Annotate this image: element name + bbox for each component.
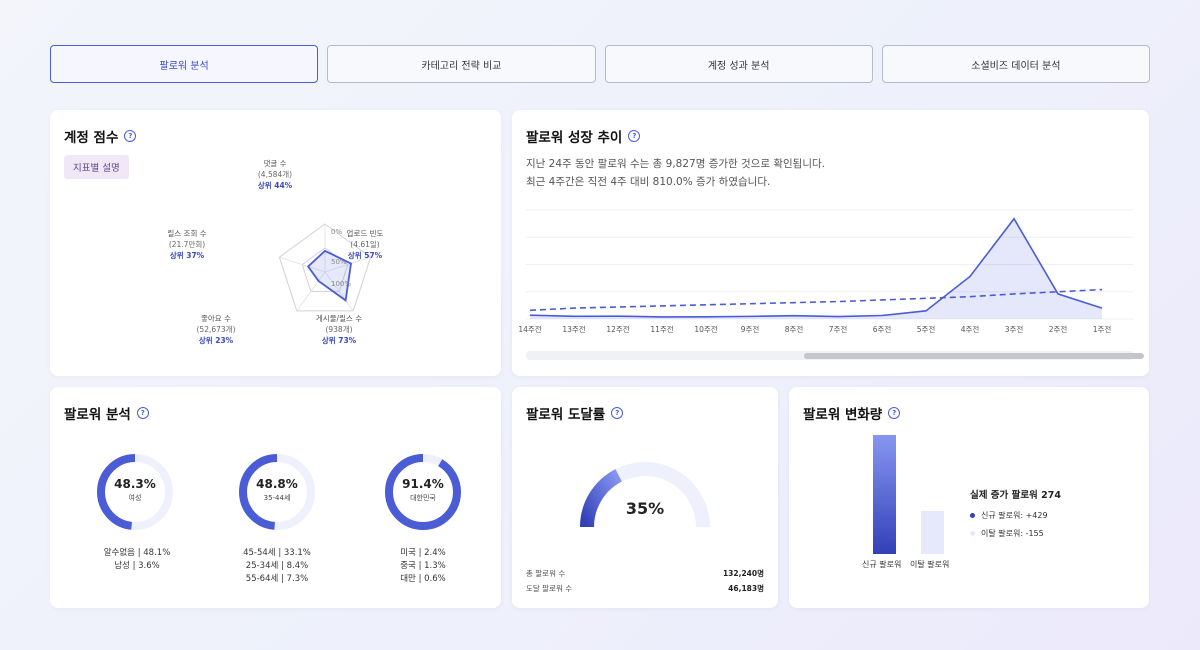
growth-chart: 14주전 13주전 12주전 11주전 10주전 9주전 8주전 7주전 6주전 5주전 4주전 3주… [518,209,1134,334]
radar-label-upload: 업로드 빈도 (4.61일) 상위 57% [320,228,410,261]
reach-value: 35% [625,499,665,518]
donut-center: 48.8% 35-44세 [237,477,317,503]
donut-breakdown-item: 미국 | 2.4% [400,548,446,558]
reached-followers-value: 46,183명 [728,584,764,593]
donut-breakdown-item: 알수없음 | 48.1% [103,548,171,558]
radar-metric-name: 업로드 빈도 [346,229,384,238]
help-icon[interactable]: ? [888,407,901,419]
donut-breakdown-list: 45-54세 | 33.1% 25-34세 | 8.4% 55-64세 | 7.3% [217,547,337,586]
donut-breakdown-item: 55-64세 | 7.3% [245,574,309,584]
radar-metric-rank: 상위 37% [169,251,205,260]
x-tick-label: 3주전 [1005,324,1024,334]
donut-label: 35-44세 [263,494,291,502]
follower-analysis-title-text: 팔로워 분석 [64,407,131,423]
chart-scrollbar[interactable] [526,351,1144,360]
donut-breakdown-item: 25-34세 | 8.4% [245,561,309,571]
legend-lost-text: 이탈 팔로워: -155 [981,529,1044,538]
x-tick-label: 7주전 [829,324,848,334]
donut-label: 대한민국 [410,494,436,502]
x-tick-label: 11주전 [650,324,673,334]
tab-bar: 팔로워 분석 카테고리 전략 비교 계정 성과 분석 소셜비즈 데이터 분석 [50,45,1150,83]
reached-followers-label: 도달 팔로워 수 [526,584,573,593]
donut-value: 91.4% [402,477,444,491]
radar-metric-rank: 상위 73% [321,336,357,345]
radar-metric-rank: 상위 23% [198,336,234,345]
x-tick-label: 1주전 [1093,324,1112,334]
new-followers-bar-label: 신규 팔로워 [862,560,902,569]
donut-label: 여성 [128,494,142,502]
donut-chart: 48.3% 여성 [95,452,175,532]
radar-metric-count: (938개) [325,325,353,334]
radar-metric-rank: 상위 44% [257,181,293,190]
legend-dot-new [970,513,975,518]
donut-breakdown-item: 남성 | 3.6% [114,561,160,571]
x-tick-label: 10주전 [694,324,717,334]
donut-center: 91.4% 대한민국 [383,477,463,503]
net-change-summary: 실제 증가 팔로워 274 [970,490,1061,501]
x-tick-label: 4주전 [961,324,980,334]
radar-metric-count: (21.7만회) [168,240,206,249]
radar-metric-name: 게시물/릴스 수 [315,314,363,323]
x-tick-label: 6주전 [873,324,892,334]
change-title: 팔로워 변화량 ? [803,403,901,423]
radar-label-posts: 게시물/릴스 수 (938개) 상위 73% [294,313,384,346]
radar-metric-name: 좋아요 수 [201,314,231,323]
lost-followers-bar-label: 이탈 팔로워 [910,560,950,569]
radar-metric-count: (4,584개) [257,170,293,179]
radar-label-comments: 댓글 수 (4,584개) 상위 44% [230,158,320,191]
x-tick-label: 5주전 [917,324,936,334]
radar-metric-name: 릴스 조회 수 [167,229,207,238]
tab-follower-analysis[interactable]: 팔로워 분석 [50,45,319,83]
donut-value: 48.8% [256,477,298,491]
radar-label-likes: 좋아요 수 (52,673개) 상위 23% [171,313,261,346]
x-tick-label: 14주전 [518,324,541,334]
donut-breakdown-item: 중국 | 1.3% [400,561,446,571]
legend-lost: 이탈 팔로워: -155 [970,528,1044,539]
chart-scrollbar-thumb[interactable] [804,353,1144,359]
legend-new: 신규 팔로워: +429 [970,510,1048,521]
donut-center: 48.3% 여성 [95,477,175,503]
donut-chart: 48.8% 35-44세 [237,452,317,532]
x-tick-label: 12주전 [606,324,629,334]
radar-tick-label: 100% [331,280,351,288]
help-icon[interactable]: ? [136,407,149,419]
tab-category-strategy[interactable]: 카테고리 전략 비교 [327,45,596,83]
account-score-card: 계정 점수 ? 지표별 설명 0% 50% 100% 댓글 수 (4,584개) 상… [50,110,501,376]
radar-chart: 0%50%100% [278,223,372,312]
x-tick-label: 9주전 [741,324,760,334]
legend-new-text: 신규 팔로워: +429 [981,511,1048,520]
area-fill [530,218,1102,319]
change-title-text: 팔로워 변화량 [803,407,883,423]
reached-followers-row: 도달 팔로워 수 46,183명 [526,583,764,594]
follower-change-card: 팔로워 변화량 ? 신규 팔로워 이탈 팔로워 실제 증가 팔로워 274 신규… [789,387,1149,608]
follower-reach-card: 팔로워 도달률 ? 35% 총 팔로워 수 132,240명 도달 팔로워 수 … [512,387,778,608]
donut-breakdown-list: 미국 | 2.4% 중국 | 1.3% 대만 | 0.6% [363,547,483,586]
total-followers-row: 총 팔로워 수 132,240명 [526,568,764,579]
follower-growth-card: 팔로워 성장 추이 ? 지난 24주 동안 팔로워 수는 총 9,827명 증가… [512,110,1149,376]
donut-breakdown-list: 알수없음 | 48.1% 남성 | 3.6% [77,547,197,573]
donut-chart: 91.4% 대한민국 [383,452,463,532]
donut-breakdown-item: 대만 | 0.6% [400,574,446,584]
lost-followers-bar [921,511,944,554]
tab-socialbiz-data[interactable]: 소셜비즈 데이터 분석 [881,45,1150,83]
follower-analysis-card: 팔로워 분석 ? 48.3% 여성알수없음 | 48.1% 남성 | 3.6% 48.… [50,387,501,608]
donut-breakdown-item: 45-54세 | 33.1% [243,548,311,558]
total-followers-label: 총 팔로워 수 [526,569,566,578]
x-tick-label: 2주전 [1049,324,1068,334]
radar-metric-count: (4.61일) [350,240,380,249]
radar-metric-name: 댓글 수 [263,159,287,168]
radar-metric-count: (52,673개) [196,325,236,334]
tab-account-performance[interactable]: 계정 성과 분석 [604,45,873,83]
new-followers-bar [873,435,896,554]
donut-value: 48.3% [114,477,156,491]
legend-dot-lost [970,531,975,536]
radar-label-reels: 릴스 조회 수 (21.7만회) 상위 37% [142,228,232,261]
total-followers-value: 132,240명 [722,569,764,578]
x-tick-label: 8주전 [785,324,804,334]
radar-metric-rank: 상위 57% [347,251,383,260]
follower-analysis-title: 팔로워 분석 ? [64,403,149,423]
x-tick-label: 13주전 [562,324,585,334]
